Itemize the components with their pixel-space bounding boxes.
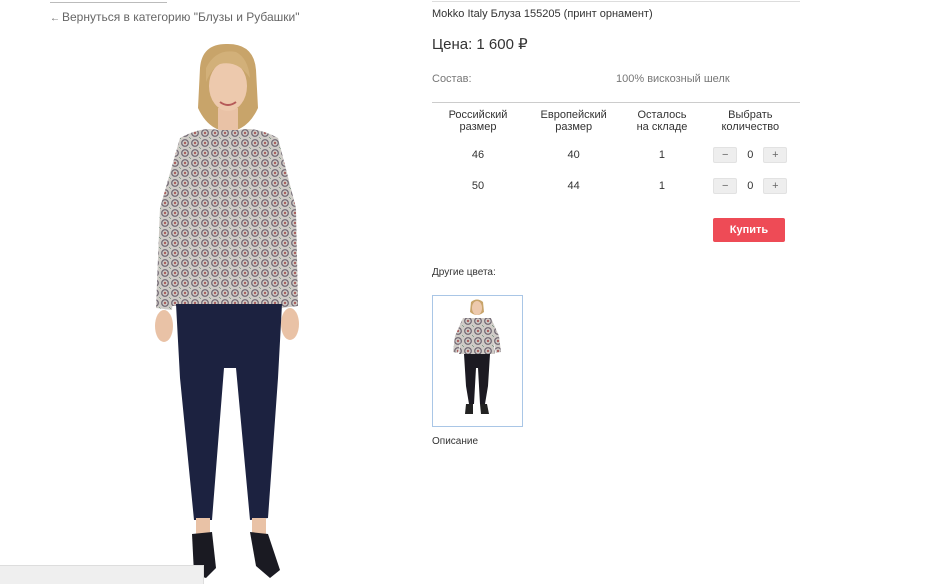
stock-cell: 1 bbox=[658, 179, 666, 192]
top-divider-right bbox=[432, 1, 800, 2]
quantity-stepper: − 0 + bbox=[713, 177, 788, 194]
back-link-label: Вернуться в категорию "Блузы и Рубашки" bbox=[62, 10, 300, 24]
composition-value: 100% вискозный шелк bbox=[616, 73, 730, 85]
quantity-value[interactable]: 0 bbox=[747, 180, 753, 192]
ru-size-cell: 50 bbox=[471, 179, 485, 192]
quantity-cell: − 0 + bbox=[701, 139, 800, 170]
description-link[interactable]: Описание bbox=[432, 436, 478, 447]
stock-cell: 1 bbox=[658, 148, 666, 161]
quantity-decrease-button[interactable]: − bbox=[713, 177, 738, 194]
header-eu-size: Европейский размер bbox=[524, 103, 623, 139]
top-divider-left bbox=[50, 2, 167, 3]
header-stock-label: Осталось на складе bbox=[636, 109, 688, 133]
header-stock: Осталось на складе bbox=[623, 103, 700, 139]
size-table: Российский размер Европейский размер Ост… bbox=[432, 102, 800, 201]
bottom-panel bbox=[0, 565, 204, 584]
quantity-stepper: − 0 + bbox=[713, 146, 788, 163]
quantity-increase-button[interactable]: + bbox=[763, 146, 788, 163]
size-table-header-row: Российский размер Европейский размер Ост… bbox=[432, 103, 800, 139]
back-arrow-icon: ← bbox=[50, 13, 60, 24]
composition-label: Состав: bbox=[432, 73, 472, 85]
table-row: 46 40 1 − 0 + bbox=[432, 139, 800, 170]
eu-size-cell: 44 bbox=[567, 179, 580, 192]
header-ru-size-label: Российский размер bbox=[448, 109, 508, 133]
quantity-value[interactable]: 0 bbox=[747, 149, 753, 161]
other-colors-label: Другие цвета: bbox=[432, 267, 496, 278]
quantity-increase-button[interactable]: + bbox=[763, 177, 788, 194]
color-variant-thumbnail[interactable] bbox=[432, 295, 523, 427]
header-ru-size: Российский размер bbox=[432, 103, 524, 139]
table-row: 50 44 1 − 0 + bbox=[432, 170, 800, 201]
product-price: Цена: 1 600 ₽ bbox=[432, 36, 528, 53]
ru-size-cell: 46 bbox=[471, 148, 485, 161]
back-to-category-link[interactable]: ← Вернуться в категорию "Блузы и Рубашки" bbox=[50, 10, 299, 24]
quantity-cell: − 0 + bbox=[701, 170, 800, 201]
product-photo bbox=[155, 43, 299, 578]
buy-button[interactable]: Купить bbox=[713, 218, 785, 242]
header-eu-size-label: Европейский размер bbox=[540, 109, 607, 133]
header-quantity: Выбрать количество bbox=[701, 103, 800, 139]
eu-size-cell: 40 bbox=[567, 148, 580, 161]
header-quantity-label: Выбрать количество bbox=[721, 109, 780, 133]
quantity-decrease-button[interactable]: − bbox=[713, 146, 738, 163]
product-title: Mokko Italy Блуза 155205 (принт орнамент… bbox=[432, 8, 653, 20]
color-variant-image bbox=[453, 299, 501, 414]
